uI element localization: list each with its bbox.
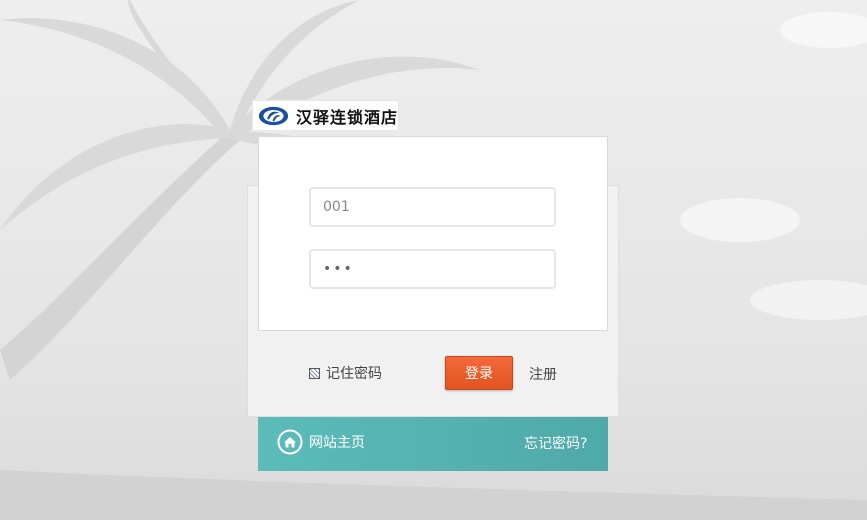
credentials-box	[258, 136, 608, 331]
brand-name: 汉驿连锁酒店	[295, 107, 398, 127]
remember-label: 记住密码	[326, 366, 382, 382]
register-link[interactable]: 注册	[529, 364, 557, 384]
brand-logo: 汉驿连锁酒店	[252, 100, 399, 131]
home-label: 网站主页	[309, 435, 365, 451]
username-input[interactable]	[309, 187, 556, 227]
remember-password[interactable]: 记住密码	[309, 364, 382, 382]
home-icon	[277, 429, 303, 455]
login-button[interactable]: 登录	[445, 356, 513, 390]
home-link[interactable]: 网站主页	[277, 429, 365, 455]
hotel-logo-mark-icon	[258, 106, 289, 125]
remember-checkbox[interactable]	[309, 367, 320, 379]
password-input[interactable]	[309, 249, 556, 289]
forgot-password-link[interactable]: 忘记密码?	[524, 433, 587, 453]
